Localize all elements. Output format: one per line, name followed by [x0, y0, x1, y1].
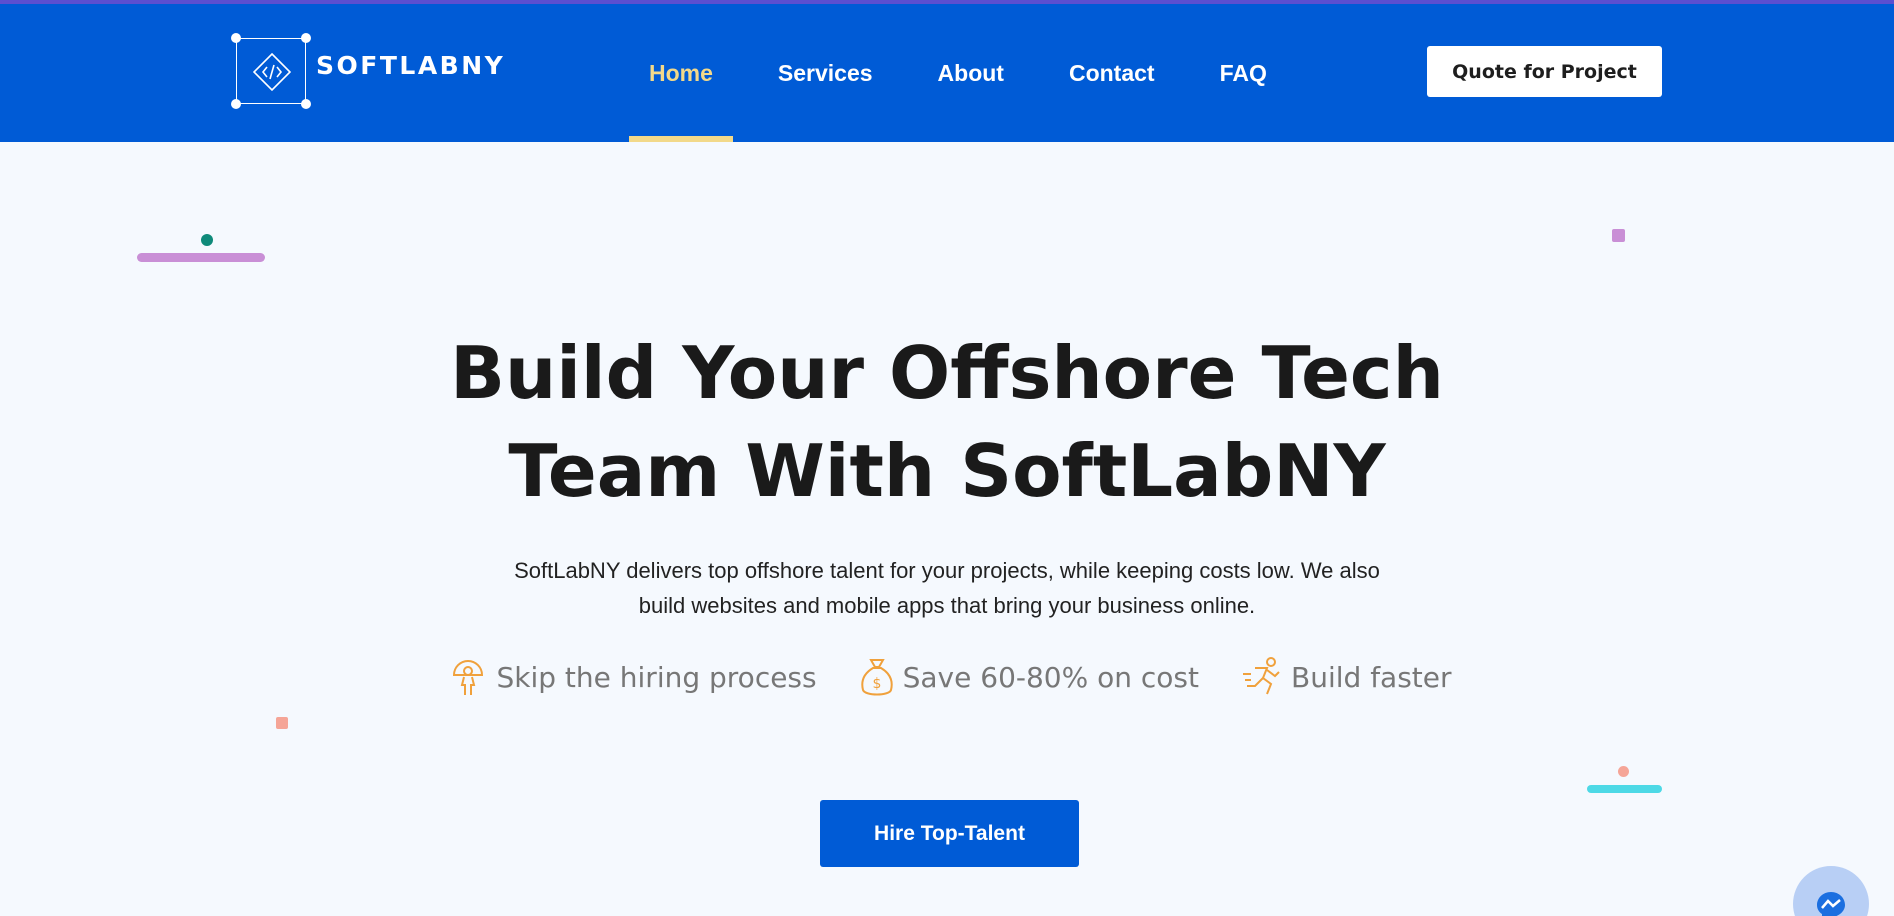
feature-item: Skip the hiring process — [448, 656, 817, 698]
hero-description-line1: SoftLabNY delivers top offshore talent f… — [514, 558, 1380, 583]
hire-top-talent-button[interactable]: Hire Top-Talent — [820, 800, 1079, 867]
site-header: SOFTLABNY Home Services About Contact FA… — [0, 4, 1894, 142]
nav-home[interactable]: Home — [629, 4, 733, 142]
main-nav: Home Services About Contact FAQ — [629, 4, 1312, 142]
nav-about[interactable]: About — [918, 4, 1024, 142]
brand-name: SOFTLABNY — [316, 50, 506, 80]
messenger-icon — [1817, 892, 1845, 916]
nav-contact[interactable]: Contact — [1049, 4, 1175, 142]
svg-text:$: $ — [872, 676, 881, 692]
logo-icon — [231, 33, 311, 109]
quote-for-project-button[interactable]: Quote for Project — [1427, 46, 1662, 97]
decor-square-salmon — [276, 717, 288, 729]
nav-faq[interactable]: FAQ — [1200, 4, 1287, 142]
hero-title-line1: Build Your Offshore Tech — [450, 331, 1444, 415]
decor-dot-salmon — [1618, 766, 1629, 777]
hero-title: Build Your Offshore Tech Team With SoftL… — [347, 324, 1547, 520]
feature-item: $ Save 60-80% on cost — [859, 656, 1199, 698]
feature-item: Build faster — [1241, 656, 1452, 698]
hero-description-line2: build websites and mobile apps that brin… — [638, 593, 1256, 618]
decor-bar-cyan — [1587, 785, 1662, 793]
feature-label: Skip the hiring process — [496, 660, 817, 694]
nav-services[interactable]: Services — [758, 4, 893, 142]
person-hanger-icon — [453, 660, 484, 695]
messenger-chat-button[interactable] — [1793, 866, 1869, 916]
decor-square-purple — [1612, 229, 1625, 242]
runner-icon — [1243, 657, 1280, 695]
hero-title-line2: Team With SoftLabNY — [508, 429, 1386, 513]
feature-label: Build faster — [1291, 660, 1452, 694]
decor-dot-teal — [201, 234, 213, 246]
money-bag-icon: $ — [860, 659, 893, 696]
hero-description: SoftLabNY delivers top offshore talent f… — [447, 553, 1447, 623]
logo[interactable]: SOFTLABNY — [231, 33, 506, 109]
decor-bar-purple — [137, 253, 265, 262]
feature-label: Save 60-80% on cost — [902, 660, 1199, 694]
feature-list: Skip the hiring process $ Save 60-80% on… — [0, 656, 1894, 698]
